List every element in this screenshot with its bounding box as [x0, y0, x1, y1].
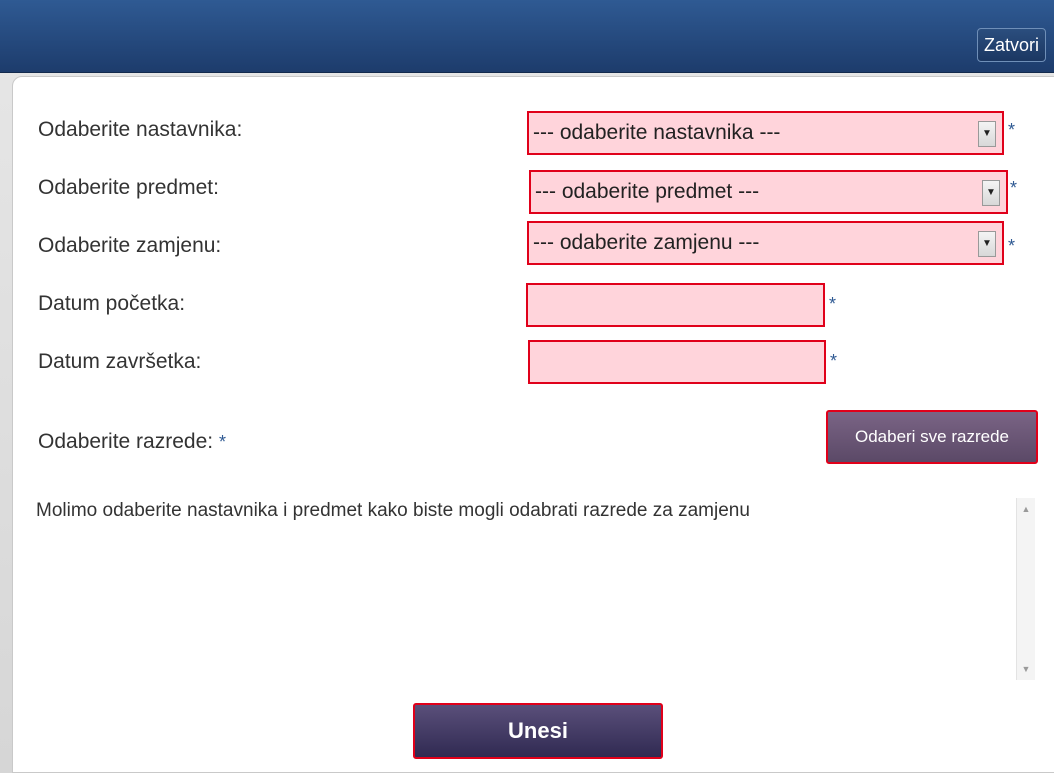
dialog: Zatvori Odaberite nastavnika: --- odaber…: [0, 0, 1054, 773]
arrow-up-icon[interactable]: ▲: [1017, 500, 1035, 518]
end-date-input[interactable]: [530, 342, 824, 382]
substitute-label: Odaberite zamjenu:: [38, 234, 222, 257]
required-star: *: [218, 432, 226, 452]
start-date-field[interactable]: [526, 283, 825, 327]
end-date-field[interactable]: [528, 340, 826, 384]
classes-scrollbar[interactable]: ▲ ▼: [1016, 498, 1035, 680]
arrow-down-icon[interactable]: ▼: [1017, 660, 1035, 678]
required-star: *: [829, 294, 837, 314]
classes-label-text: Odaberite razrede:: [38, 430, 214, 453]
teacher-select-value: --- odaberite nastavnika ---: [533, 121, 781, 144]
end-date-label: Datum završetka:: [38, 350, 202, 373]
required-star: *: [1008, 120, 1016, 140]
classes-label: Odaberite razrede: *: [38, 430, 226, 454]
teacher-label: Odaberite nastavnika:: [38, 118, 243, 141]
submit-button[interactable]: Unesi: [413, 703, 663, 759]
chevron-down-icon[interactable]: ▼: [978, 231, 996, 257]
dialog-titlebar: Zatvori: [0, 0, 1054, 73]
required-star: *: [830, 351, 838, 371]
select-all-classes-button[interactable]: Odaberi sve razrede: [826, 410, 1038, 464]
close-button[interactable]: Zatvori: [976, 28, 1046, 62]
start-date-label: Datum početka:: [38, 292, 186, 315]
substitute-select-value: --- odaberite zamjenu ---: [533, 231, 760, 254]
start-date-input[interactable]: [528, 285, 823, 325]
subject-select[interactable]: --- odaberite predmet --- ▼: [529, 170, 1008, 214]
subject-label: Odaberite predmet:: [38, 176, 219, 199]
chevron-down-icon[interactable]: ▼: [978, 121, 996, 147]
required-star: *: [1008, 236, 1016, 256]
subject-select-value: --- odaberite predmet ---: [535, 180, 760, 203]
substitute-select[interactable]: --- odaberite zamjenu --- ▼: [527, 221, 1004, 265]
required-star: *: [1010, 178, 1018, 198]
teacher-select[interactable]: --- odaberite nastavnika --- ▼: [527, 111, 1004, 155]
classes-message: Molimo odaberite nastavnika i predmet ka…: [36, 500, 750, 521]
chevron-down-icon[interactable]: ▼: [982, 180, 1000, 206]
